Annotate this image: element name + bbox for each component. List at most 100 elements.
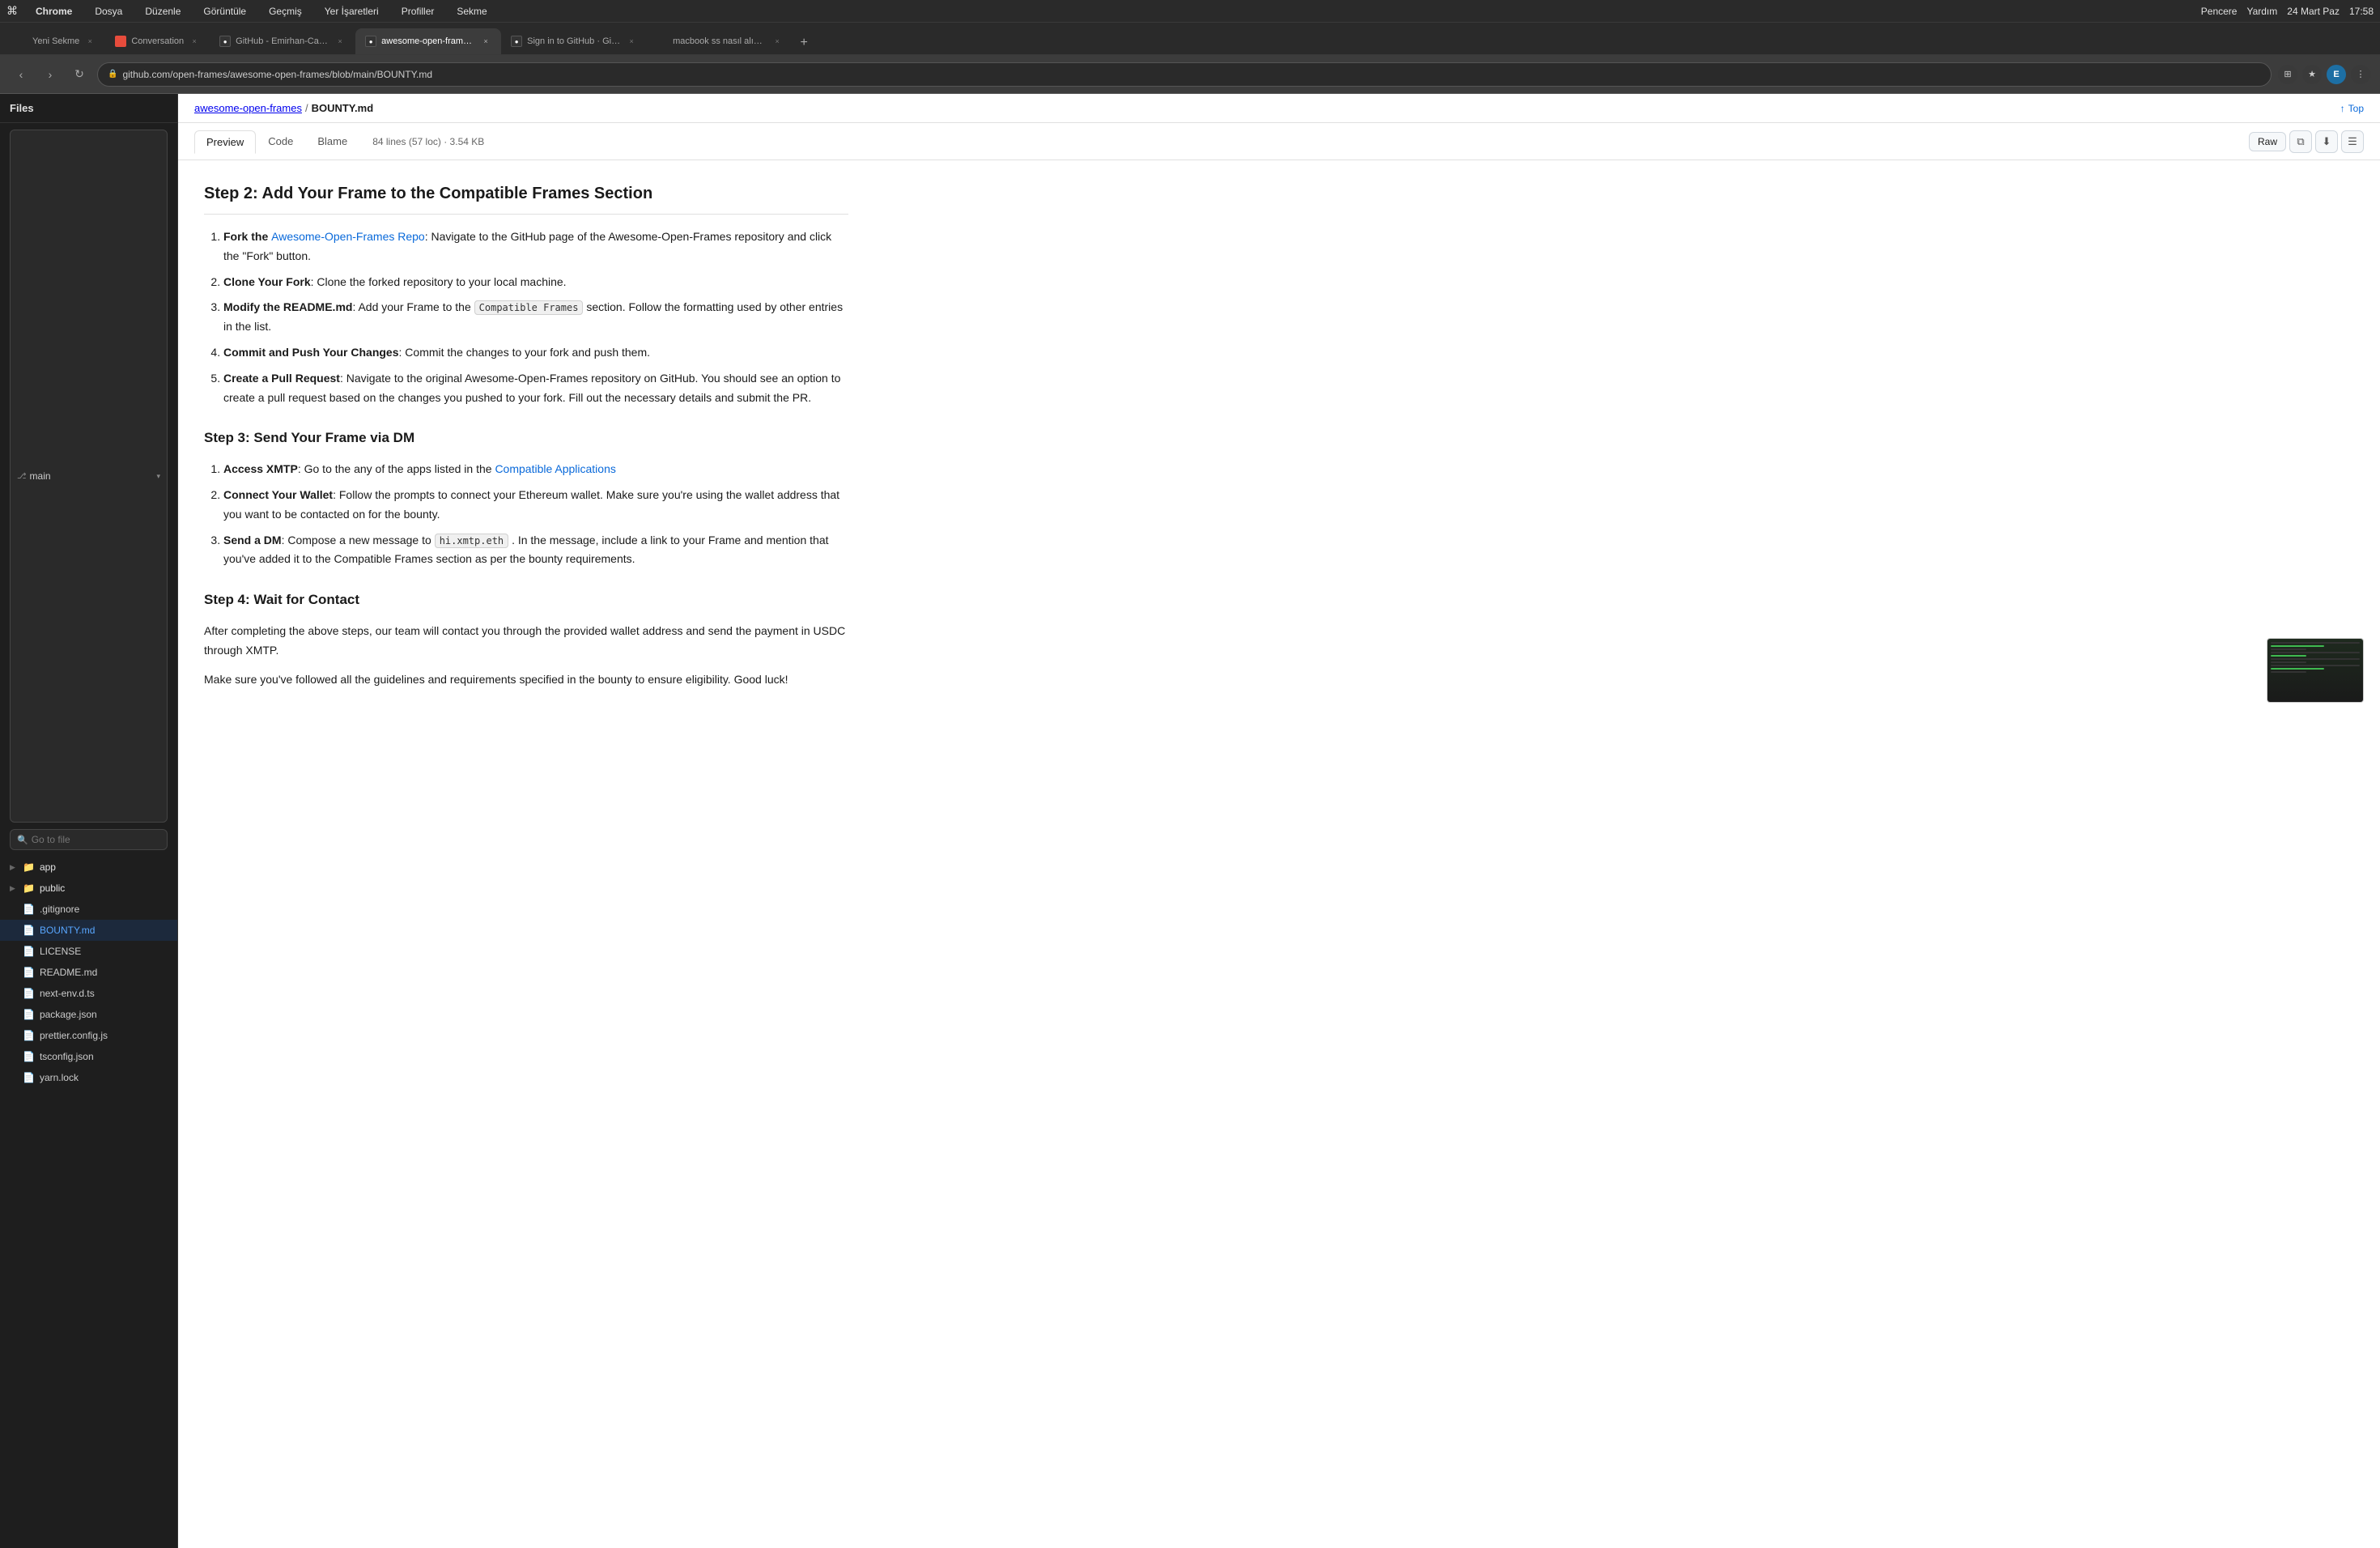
file-icon-license: 📄 xyxy=(23,946,35,957)
tab-sign-in[interactable]: ● Sign in to GitHub · GitHub × xyxy=(501,28,647,54)
url-text: github.com/open-frames/awesome-open-fram… xyxy=(122,69,432,80)
tab-label-gh1: GitHub - Emirhan-Cavusc... xyxy=(236,36,329,46)
sidebar-item-license[interactable]: 📄 LICENSE xyxy=(0,941,177,962)
reload-button[interactable]: ↻ xyxy=(68,63,91,86)
tab-github-emirhan[interactable]: ● GitHub - Emirhan-Cavusc... × xyxy=(210,28,355,54)
step4-paragraph-2: Make sure you've followed all the guidel… xyxy=(204,670,848,690)
back-button[interactable]: ‹ xyxy=(10,63,32,86)
folder-icon-public: 📁 xyxy=(23,882,35,894)
markdown-content: Step 2: Add Your Frame to the Compatible… xyxy=(178,160,874,719)
url-bar[interactable]: 🔒 github.com/open-frames/awesome-open-fr… xyxy=(97,62,2272,87)
tab-preview[interactable]: Preview xyxy=(194,130,256,154)
tab-blame[interactable]: Blame xyxy=(305,130,359,153)
menu-dosya[interactable]: Dosya xyxy=(90,4,127,19)
new-tab-button[interactable]: + xyxy=(793,32,815,54)
step2-item3-bold: Modify the README.md xyxy=(223,300,352,313)
awesome-open-frames-repo-link[interactable]: Awesome-Open-Frames Repo xyxy=(271,230,425,243)
tab-close-macbook[interactable]: × xyxy=(771,36,783,47)
folder-chevron-icon: ▶ xyxy=(10,863,18,872)
sidebar-item-yarn[interactable]: 📄 yarn.lock xyxy=(0,1067,177,1088)
menu-yer-isaretleri[interactable]: Yer İşaretleri xyxy=(320,4,384,19)
file-label-license: LICENSE xyxy=(40,946,81,957)
raw-button[interactable]: Raw xyxy=(2249,132,2286,151)
sidebar-item-readme[interactable]: 📄 README.md xyxy=(0,962,177,983)
sidebar-item-gitignore[interactable]: 📄 .gitignore xyxy=(0,899,177,920)
tab-label-signin: Sign in to GitHub · GitHub xyxy=(527,36,621,46)
menu-sekme[interactable]: Sekme xyxy=(452,4,491,19)
thumb-line-1 xyxy=(2271,642,2360,644)
view-tab-actions: Raw ⧉ ⬇ ☰ xyxy=(2249,130,2364,153)
sidebar-item-bounty[interactable]: 📄 BOUNTY.md xyxy=(0,920,177,941)
breadcrumb-repo-link[interactable]: awesome-open-frames xyxy=(194,102,302,114)
tab-new-sekme[interactable]: Yeni Sekme × xyxy=(6,28,105,54)
tab-close-active[interactable]: × xyxy=(480,36,491,47)
thumb-line-4 xyxy=(2271,652,2360,653)
search-box[interactable]: 🔍 xyxy=(10,829,168,850)
sidebar-item-tsconfig[interactable]: 📄 tsconfig.json xyxy=(0,1046,177,1067)
menu-yardim[interactable]: Yardım xyxy=(2246,6,2277,17)
breadcrumb-separator: / xyxy=(305,102,308,114)
tab-close-gh1[interactable]: × xyxy=(334,36,346,47)
menu-goruntule[interactable]: Görüntüle xyxy=(198,4,251,19)
menu-icon[interactable]: ⋮ xyxy=(2351,65,2370,84)
file-icon-readme: 📄 xyxy=(23,967,35,978)
menu-pencere[interactable]: Pencere xyxy=(2201,6,2238,17)
sidebar-item-next-env[interactable]: 📄 next-env.d.ts xyxy=(0,983,177,1004)
address-bar: ‹ › ↻ 🔒 github.com/open-frames/awesome-o… xyxy=(0,55,2380,94)
step4-paragraph-1: After completing the above steps, our te… xyxy=(204,622,848,661)
branch-icon: ⎇ xyxy=(17,472,27,481)
step3-item-3: Send a DM: Compose a new message to hi.x… xyxy=(223,531,848,570)
step3-item3-code: hi.xmtp.eth xyxy=(435,534,508,548)
tab-macbook[interactable]: macbook ss nasıl alınır - G... × xyxy=(647,28,793,54)
tab-label-macbook: macbook ss nasıl alınır - G... xyxy=(673,36,767,46)
file-label-gitignore: .gitignore xyxy=(40,904,79,915)
copy-button[interactable]: ⧉ xyxy=(2289,130,2312,153)
tab-conversation[interactable]: Conversation × xyxy=(105,28,210,54)
profile-icon[interactable]: E xyxy=(2327,65,2346,84)
sidebar-item-package[interactable]: 📄 package.json xyxy=(0,1004,177,1025)
tab-close-new[interactable]: × xyxy=(84,36,96,47)
menu-gecmis[interactable]: Geçmiş xyxy=(264,4,307,19)
branch-selector[interactable]: ⎇ main ▾ xyxy=(10,130,168,823)
top-link[interactable]: ↑ Top xyxy=(2340,103,2364,114)
sidebar-header: Files xyxy=(0,94,177,123)
tab-bar: Yeni Sekme × Conversation × ● GitHub - E… xyxy=(0,23,2380,55)
step3-item-2: Connect Your Wallet: Follow the prompts … xyxy=(223,486,848,525)
tab-code[interactable]: Code xyxy=(256,130,305,153)
tab-close-conversation[interactable]: × xyxy=(189,36,200,47)
forward-button[interactable]: › xyxy=(39,63,62,86)
thumb-line-2 xyxy=(2271,645,2324,647)
download-button[interactable]: ⬇ xyxy=(2315,130,2338,153)
apple-menu[interactable]: ⌘ xyxy=(6,4,18,18)
tab-label-active: awesome-open-frames/BC... xyxy=(381,36,475,46)
list-button[interactable]: ☰ xyxy=(2341,130,2364,153)
step3-item-1: Access XMTP: Go to the any of the apps l… xyxy=(223,460,848,479)
folder-icon-app: 📁 xyxy=(23,861,35,873)
branch-chevron-icon: ▾ xyxy=(156,472,160,481)
folder-label-public: public xyxy=(40,882,65,894)
sidebar-title: Files xyxy=(10,102,34,114)
file-label-bounty: BOUNTY.md xyxy=(40,925,95,936)
file-label-nextenv: next-env.d.ts xyxy=(40,988,95,999)
tab-favicon-conversation xyxy=(115,36,126,47)
breadcrumb-filename: BOUNTY.md xyxy=(312,102,374,114)
thumb-line-6 xyxy=(2271,658,2360,660)
search-input[interactable] xyxy=(32,834,160,845)
page-thumbnail xyxy=(2267,638,2364,703)
compatible-applications-link[interactable]: Compatible Applications xyxy=(495,462,615,475)
step3-item3-rest-before: : Compose a new message to xyxy=(282,534,431,546)
extensions-icon[interactable]: ⊞ xyxy=(2278,65,2297,84)
chrome-menu[interactable]: Chrome xyxy=(31,4,77,19)
sidebar-item-prettier[interactable]: 📄 prettier.config.js xyxy=(0,1025,177,1046)
menu-profiller[interactable]: Profiller xyxy=(397,4,440,19)
folder-label-app: app xyxy=(40,861,56,873)
tab-awesome-open-frames[interactable]: ● awesome-open-frames/BC... × xyxy=(355,28,501,54)
tab-close-signin[interactable]: × xyxy=(626,36,637,47)
menu-duzenle[interactable]: Düzenle xyxy=(140,4,185,19)
tab-favicon-macbook xyxy=(657,36,668,47)
bookmark-icon[interactable]: ★ xyxy=(2302,65,2322,84)
menubar-time: 17:58 xyxy=(2349,6,2374,17)
sidebar-item-public[interactable]: ▶ 📁 public xyxy=(0,878,177,899)
content-wrapper: Step 2: Add Your Frame to the Compatible… xyxy=(178,160,2380,719)
sidebar-item-app[interactable]: ▶ 📁 app xyxy=(0,857,177,878)
